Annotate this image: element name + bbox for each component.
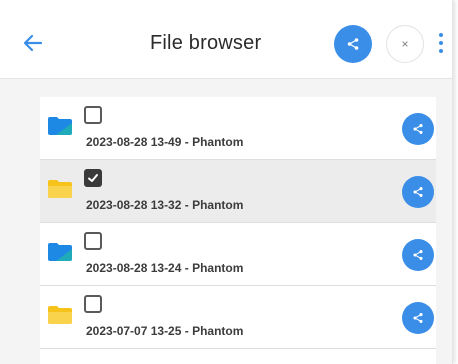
file-name: 2023-08-28 13-24 - Phantom [86, 261, 244, 275]
share-button[interactable] [334, 25, 372, 63]
list-item[interactable]: 2023-08-28 13-24 - Phantom [40, 223, 436, 286]
share-icon [413, 124, 423, 134]
share-icon [347, 38, 359, 50]
list-item[interactable]: 2023-08-28 13-49 - Phantom [40, 97, 436, 160]
share-icon [413, 187, 423, 197]
share-icon [413, 250, 423, 260]
file-name: 2023-08-28 13-32 - Phantom [86, 198, 244, 212]
select-checkbox[interactable] [84, 169, 102, 187]
share-file-button[interactable] [402, 113, 434, 145]
back-button[interactable] [18, 28, 48, 58]
list-item[interactable]: 2023-08-28 13-32 - Phantom [40, 160, 436, 223]
select-checkbox[interactable] [84, 232, 102, 250]
close-icon: × [401, 37, 409, 51]
share-file-button[interactable] [402, 302, 434, 334]
folder-yellow-icon [48, 180, 72, 198]
check-icon [88, 174, 98, 182]
list-item[interactable]: 2023-07-07 13-25 - Phantom [40, 286, 436, 349]
file-browser-window: File browser × 2023-08-28 13-49 - Phanto… [0, 0, 453, 364]
share-file-button[interactable] [402, 176, 434, 208]
close-button[interactable]: × [386, 25, 424, 63]
share-icon [413, 313, 423, 323]
folder-blue-icon [48, 243, 72, 261]
file-name: 2023-08-28 13-49 - Phantom [86, 135, 244, 149]
folder-blue-icon [48, 117, 72, 135]
more-options-button[interactable] [434, 28, 448, 58]
file-name: 2023-07-07 13-25 - Phantom [86, 324, 244, 338]
arrow-left-icon [23, 34, 43, 52]
select-checkbox[interactable] [84, 295, 102, 313]
app-bar: File browser × [0, 0, 452, 79]
page-title: File browser [150, 32, 262, 54]
file-list: 2023-08-28 13-49 - Phantom 2023-08-28 13… [0, 79, 452, 364]
folder-yellow-icon [48, 306, 72, 324]
more-vert-icon [439, 33, 443, 37]
select-checkbox[interactable] [84, 106, 102, 124]
share-file-button[interactable] [402, 239, 434, 271]
